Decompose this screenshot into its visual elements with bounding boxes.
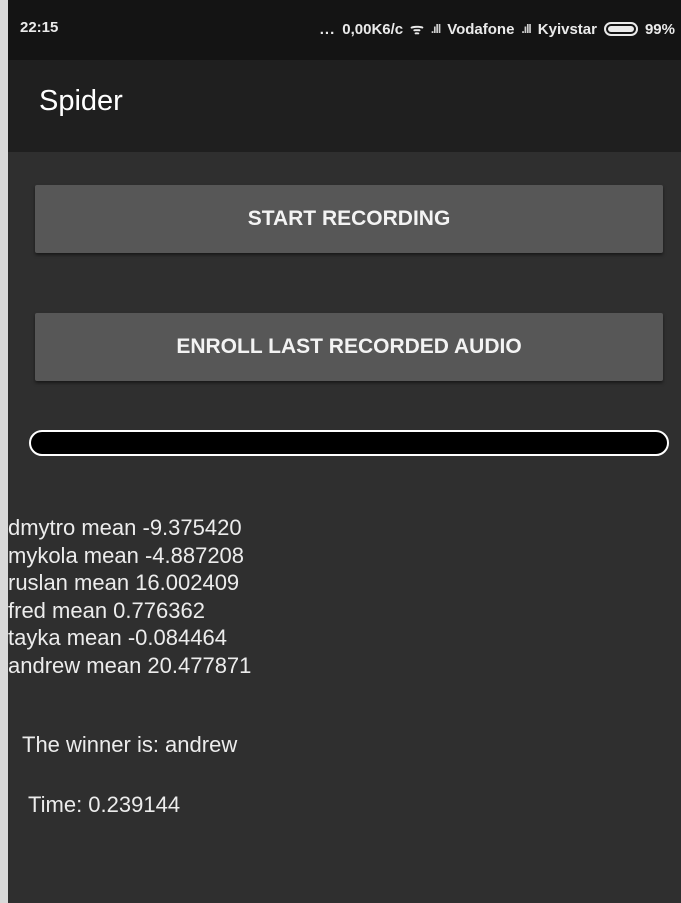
carrier-2: Kyivstar bbox=[537, 20, 597, 38]
app-title: Spider bbox=[39, 85, 123, 117]
start-recording-button[interactable]: START RECORDING bbox=[35, 185, 663, 253]
time-text: Time: 0.239144 bbox=[28, 792, 181, 817]
network-speed: 0,00K6/c bbox=[342, 20, 404, 38]
result-line-ruslan: ruslan mean 16.002409 bbox=[8, 570, 240, 595]
results-list: dmytro mean -9.375420 mykola mean -4.887… bbox=[8, 514, 251, 679]
app-screen: 22:15 ... 0,00K6/c ᯤ .ıll Vodafone .ıll … bbox=[8, 0, 681, 903]
progress-bar bbox=[29, 430, 669, 456]
enroll-audio-button[interactable]: ENROLL LAST RECORDED AUDIO bbox=[35, 313, 663, 381]
winner-text: The winner is: andrew bbox=[22, 732, 238, 757]
activity-dots: ... bbox=[319, 20, 336, 38]
status-indicators: ... 0,00K6/c ᯤ .ıll Vodafone .ıll Kyivst… bbox=[320, 19, 675, 39]
result-line-tayka: tayka mean -0.084464 bbox=[8, 625, 227, 650]
result-line-andrew: andrew mean 20.477871 bbox=[8, 652, 252, 678]
result-line-dmytro: dmytro mean -9.375420 bbox=[8, 515, 242, 540]
battery-icon bbox=[603, 22, 638, 36]
result-line-fred: fred mean 0.776362 bbox=[8, 597, 205, 623]
wifi-icon: ᯤ bbox=[410, 21, 424, 38]
battery-percent: 99% bbox=[644, 20, 675, 38]
app-toolbar: Spider bbox=[8, 60, 681, 152]
carrier-1: Vodafone bbox=[447, 20, 515, 38]
signal-icon: .ıll bbox=[430, 22, 441, 36]
result-line-mykola: mykola mean -4.887208 bbox=[8, 542, 245, 568]
status-time: 22:15 bbox=[20, 19, 59, 36]
signal-icon-2: .ıll bbox=[521, 22, 531, 36]
status-bar: 22:15 ... 0,00K6/c ᯤ .ıll Vodafone .ıll … bbox=[8, 0, 681, 60]
